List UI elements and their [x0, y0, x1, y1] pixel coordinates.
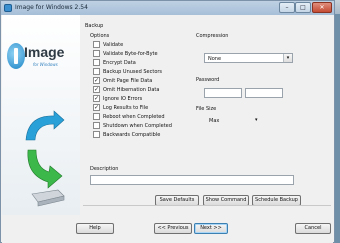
- file-size-label: File Size: [196, 106, 217, 112]
- close-button[interactable]: ✕: [312, 2, 332, 13]
- backup-unused-sectors-checkbox[interactable]: [93, 68, 100, 75]
- file-size-select[interactable]: Max ▾: [209, 117, 261, 125]
- logo-text: Image: [24, 44, 65, 60]
- validate-byte-label: Validate Byte-for-Byte: [103, 51, 158, 57]
- backwards-compatible-label: Backwards Compatible: [103, 132, 161, 138]
- reboot-when-completed-label: Reboot when Completed: [103, 114, 165, 120]
- compression-label: Compression: [196, 33, 229, 39]
- help-button[interactable]: Help: [76, 223, 114, 234]
- main-window: Image for Windows 2.54 – □ ✕ Image for W…: [0, 0, 335, 243]
- validate-label: Validate: [103, 42, 124, 48]
- log-results-checkbox[interactable]: ✓: [93, 104, 100, 111]
- minimize-button[interactable]: –: [279, 2, 295, 13]
- shutdown-when-completed-label: Shutdown when Completed: [103, 123, 172, 129]
- app-logo: Image for Windows: [7, 42, 77, 72]
- cancel-button[interactable]: Cancel: [295, 223, 331, 234]
- omit-hibernation-checkbox[interactable]: ✓: [93, 86, 100, 93]
- compression-select[interactable]: None ▾: [204, 53, 293, 63]
- shutdown-when-completed-checkbox[interactable]: [93, 122, 100, 129]
- description-field[interactable]: [90, 175, 294, 185]
- ignore-io-errors-label: Ignore IO Errors: [103, 96, 143, 102]
- omit-page-file-label: Omit Page File Data: [103, 78, 153, 84]
- logo-subtitle: for Windows: [33, 62, 58, 67]
- password-label: Password: [196, 77, 220, 83]
- encrypt-data-label: Encrypt Data: [103, 60, 136, 66]
- next-button[interactable]: Next >>: [194, 223, 228, 234]
- encrypt-data-checkbox[interactable]: [93, 59, 100, 66]
- previous-button[interactable]: << Previous: [154, 223, 192, 234]
- reboot-when-completed-checkbox[interactable]: [93, 113, 100, 120]
- wizard-content: Image for Windows Backup Options Validat…: [2, 15, 333, 243]
- backwards-compatible-checkbox[interactable]: [93, 131, 100, 138]
- app-icon: [4, 4, 12, 12]
- sidebar-panel: Image for Windows: [2, 15, 80, 215]
- maximize-button[interactable]: □: [295, 2, 311, 13]
- footer-divider: [83, 205, 331, 207]
- window-title: Image for Windows 2.54: [15, 4, 88, 11]
- backup-arrows-illustration: [25, 110, 65, 207]
- log-results-label: Log Results to File: [103, 105, 149, 111]
- logo-mark-icon: [7, 43, 25, 69]
- omit-page-file-checkbox[interactable]: ✓: [93, 77, 100, 84]
- validate-checkbox[interactable]: [93, 41, 100, 48]
- title-bar[interactable]: Image for Windows 2.54 – □ ✕: [1, 1, 334, 15]
- file-size-value: Max: [209, 118, 220, 124]
- ignore-io-errors-checkbox[interactable]: ✓: [93, 95, 100, 102]
- backup-group-label: Backup: [85, 23, 104, 29]
- description-label: Description: [90, 166, 119, 172]
- backup-unused-sectors-label: Backup Unused Sectors: [103, 69, 163, 75]
- password-field[interactable]: [204, 88, 242, 98]
- omit-hibernation-label: Omit Hibernation Data: [103, 87, 160, 93]
- validate-byte-checkbox[interactable]: [93, 50, 100, 57]
- password-confirm-field[interactable]: [245, 88, 283, 98]
- chevron-down-icon: ▾: [283, 54, 292, 62]
- compression-value: None: [208, 56, 222, 62]
- chevron-down-icon: ▾: [255, 117, 258, 123]
- options-label: Options: [90, 33, 110, 39]
